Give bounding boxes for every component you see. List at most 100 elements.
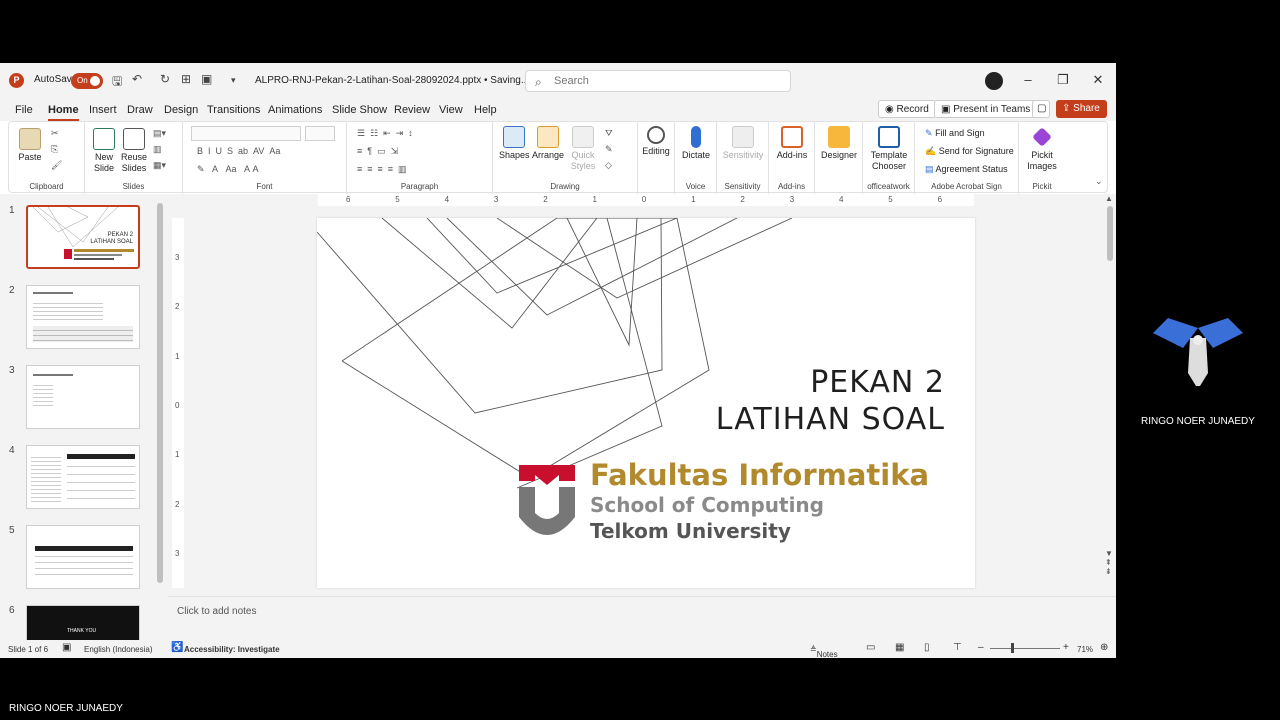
slide-title[interactable]: PEKAN 2 LATIHAN SOAL	[716, 364, 945, 438]
present-icon[interactable]: ⊞	[181, 72, 191, 86]
logo-school-name: School of Computing	[590, 493, 824, 517]
scroll-down-icon[interactable]: ▼ ⇞ ⇟	[1105, 549, 1113, 576]
spellcheck-icon[interactable]: ▣	[62, 642, 71, 653]
reset-icon[interactable]: ▥	[153, 144, 162, 155]
zoom-level[interactable]: 71%	[1077, 645, 1093, 654]
thumb-table	[33, 326, 133, 342]
shape-fill-icon[interactable]: ⛛	[605, 128, 613, 139]
scroll-up-icon[interactable]: ▲	[1105, 194, 1113, 203]
tab-view[interactable]: View	[439, 104, 463, 116]
pickit-images-button[interactable]: Pickit Images	[1023, 126, 1061, 172]
addins-button[interactable]: Add-ins	[773, 126, 811, 161]
notes-pane[interactable]: Click to add notes	[168, 596, 1116, 624]
designer-button[interactable]: Designer	[819, 126, 859, 161]
comments-icon[interactable]: ▢	[1032, 100, 1050, 118]
new-slide-button[interactable]: New Slide	[91, 128, 117, 174]
save-icon[interactable]: 🖫	[112, 72, 122, 93]
customize-toolbar-icon[interactable]: ▾	[231, 75, 236, 86]
language-status[interactable]: English (Indonesia)	[84, 645, 152, 654]
send-for-signature-button[interactable]: ✍ Send for Signature	[925, 146, 1014, 157]
font-format-icons[interactable]: B I U S ab AV Aa	[197, 146, 280, 156]
shapes-button[interactable]: Shapes	[499, 126, 530, 161]
close-icon[interactable]: ✕	[1091, 72, 1105, 88]
accessibility-status[interactable]: Accessibility: Investigate	[184, 645, 280, 654]
tab-draw[interactable]: Draw	[127, 104, 153, 116]
zoom-slider-thumb[interactable]	[1011, 643, 1014, 653]
account-avatar[interactable]	[985, 72, 1003, 90]
thumb-heading	[33, 374, 73, 376]
zoom-out-icon[interactable]: –	[978, 642, 984, 653]
ruler-tick-label: 0	[641, 195, 647, 204]
tab-animations[interactable]: Animations	[268, 104, 322, 116]
dictate-button[interactable]: Dictate	[679, 126, 713, 161]
font-name-dropdown[interactable]	[191, 126, 301, 141]
autosave-toggle[interactable]: On	[71, 73, 103, 89]
section-icon[interactable]: ▦▾	[153, 160, 166, 171]
document-title[interactable]: ALPRO-RNJ-Pekan-2-Latihan-Soal-28092024.…	[255, 75, 529, 86]
fill-sign-label: Fill and Sign	[935, 128, 985, 138]
slide-thumbnail-2[interactable]	[26, 285, 140, 349]
tab-transitions[interactable]: Transitions	[207, 104, 260, 116]
editing-button[interactable]: Editing	[640, 126, 672, 157]
undo-icon[interactable]: ↶	[132, 72, 142, 86]
slide-thumbnail-3[interactable]	[26, 365, 140, 429]
minimize-icon[interactable]: –	[1021, 72, 1035, 87]
slide-canvas[interactable]: PEKAN 2 LATIHAN SOAL Fakultas Informatik…	[317, 218, 975, 588]
slideshow-view-icon[interactable]: ⊤	[953, 642, 962, 653]
shape-effects-icon[interactable]: ◇	[605, 160, 612, 171]
shape-outline-icon[interactable]: ✎	[605, 144, 613, 155]
tab-design[interactable]: Design	[164, 104, 198, 116]
arrange-button[interactable]: Arrange	[531, 126, 565, 161]
shapes-icon	[503, 126, 525, 148]
reuse-slides-button[interactable]: Reuse Slides	[121, 128, 147, 174]
quick-styles-button[interactable]: Quick Styles	[569, 126, 597, 172]
share-button[interactable]: ⇪ Share	[1056, 100, 1107, 118]
slide-sorter-icon[interactable]: ▦	[895, 642, 904, 653]
slide-thumbnail-5[interactable]	[26, 525, 140, 589]
thumbnails-scrollbar[interactable]	[157, 203, 163, 583]
tab-slide-show[interactable]: Slide Show	[332, 104, 387, 116]
slide-thumbnail-1[interactable]: PEKAN 2 LATIHAN SOAL	[26, 205, 140, 269]
fit-to-window-icon[interactable]: ⊕	[1100, 642, 1108, 653]
tab-review[interactable]: Review	[394, 104, 430, 116]
slide-scrollbar[interactable]	[1107, 206, 1113, 261]
ruler-tick-label: 5	[395, 195, 400, 204]
font-size-dropdown[interactable]	[305, 126, 335, 141]
direction-icons[interactable]: ≡ ¶ ▭ ⇲	[357, 146, 398, 157]
restore-icon[interactable]: ❐	[1056, 72, 1070, 88]
record-button[interactable]: ◉ Record	[878, 100, 936, 118]
agreement-status-button[interactable]: ▤ Agreement Status	[925, 164, 1008, 175]
sensitivity-button[interactable]: Sensitivity	[721, 126, 765, 161]
tab-home[interactable]: Home	[48, 104, 79, 121]
template-chooser-button[interactable]: Template Chooser	[865, 126, 913, 172]
redo-icon[interactable]: ↻	[160, 72, 170, 86]
notes-toggle-label: Notes	[816, 650, 838, 658]
notes-toggle[interactable]: ≜ Notes	[810, 645, 838, 658]
format-painter-icon[interactable]: 🖌	[51, 160, 62, 171]
search-box[interactable]: ⌕ Search	[525, 70, 791, 92]
tab-insert[interactable]: Insert	[89, 104, 117, 116]
new-slide-label: New Slide	[93, 152, 114, 173]
present-in-teams-button[interactable]: ▣ Present in Teams	[934, 100, 1038, 118]
layout-icon[interactable]: ▣	[201, 72, 212, 86]
cut-icon[interactable]: ✂	[51, 128, 59, 139]
slides-group: New Slide Reuse Slides ▤▾ ▥ ▦▾ Slides	[85, 122, 183, 194]
copy-icon[interactable]: ⎘	[51, 144, 58, 155]
ribbon-collapse-icon[interactable]: ⌄	[1095, 176, 1103, 187]
layout-icon[interactable]: ▤▾	[153, 128, 166, 139]
fill-and-sign-button[interactable]: ✎ Fill and Sign	[925, 128, 985, 139]
align-icons[interactable]: ≡ ≡ ≡ ≡ ▥	[357, 164, 407, 175]
reading-view-icon[interactable]: ▯	[924, 642, 930, 653]
tab-help[interactable]: Help	[474, 104, 497, 116]
zoom-in-icon[interactable]: +	[1063, 642, 1069, 653]
list-icons[interactable]: ☰ ☷ ⇤ ⇥ ↕	[357, 128, 413, 139]
agreement-label: Agreement Status	[935, 164, 1008, 174]
paste-button[interactable]: Paste	[17, 128, 43, 163]
font-color-icons[interactable]: ✎ A Aa A A	[197, 164, 259, 175]
normal-view-icon[interactable]: ▭	[866, 642, 875, 653]
zoom-slider[interactable]	[990, 648, 1060, 649]
slide-thumbnail-6[interactable]: THANK YOU	[26, 605, 140, 641]
logo-university-name: Telkom University	[590, 519, 791, 543]
tab-file[interactable]: File	[15, 104, 33, 116]
slide-thumbnail-4[interactable]	[26, 445, 140, 509]
